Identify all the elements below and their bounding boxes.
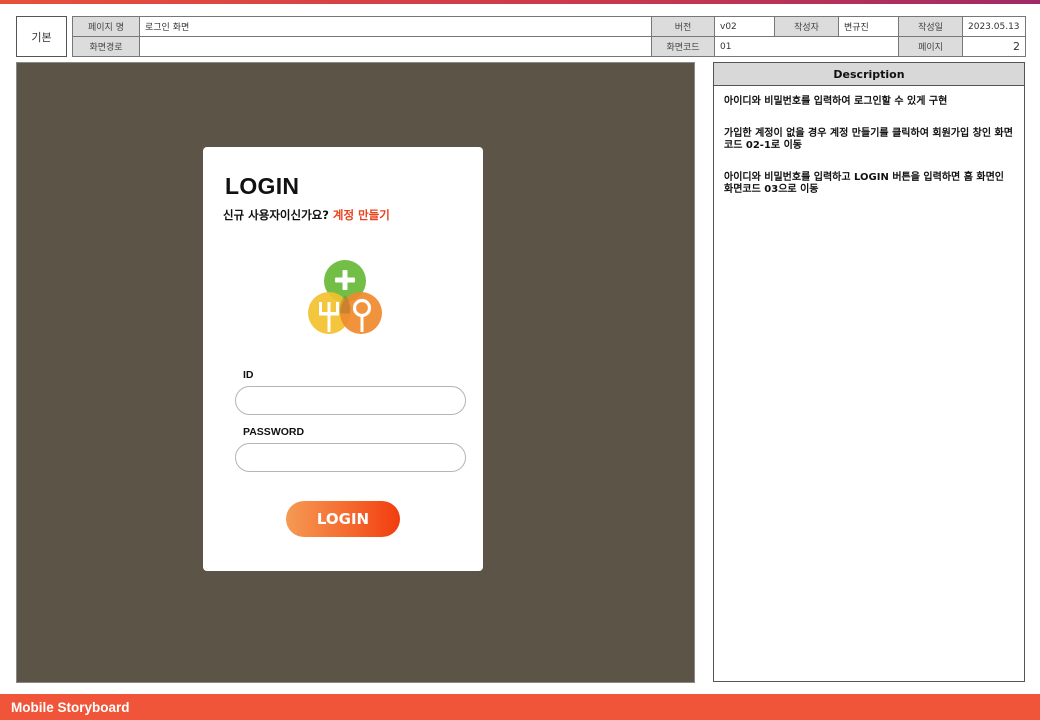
signup-prompt: 신규 사용자이신가요? 계정 만들기: [223, 207, 390, 223]
fork-spoon-plus-logo-icon: [308, 260, 382, 334]
page-name-label: 페이지 명: [72, 16, 140, 37]
footer-bar: Mobile Storyboard: [0, 694, 1040, 720]
screen-code-value: 01: [714, 36, 899, 57]
description-item: 가입한 계정이 없을 경우 계정 만들기를 클릭하여 회원가입 창인 화면코드 …: [724, 127, 1013, 152]
author-value: 변규진: [838, 16, 899, 37]
meta-row-1: 페이지 명 로그인 화면 버전 v02 작성자 변규진 작성일 2023.05.…: [72, 16, 1026, 37]
screen-code-label: 화면코드: [651, 36, 715, 57]
id-label: ID: [243, 369, 254, 381]
date-label: 작성일: [898, 16, 963, 37]
version-label: 버전: [651, 16, 715, 37]
version-value: v02: [714, 16, 775, 37]
id-input[interactable]: [235, 386, 466, 415]
date-value: 2023.05.13: [962, 16, 1026, 37]
section-type-box: 기본: [16, 16, 67, 57]
login-card: LOGIN 신규 사용자이신가요? 계정 만들기 ID PASSWORD LOG…: [203, 147, 483, 571]
page-number-label: 페이지: [898, 36, 963, 57]
password-label: PASSWORD: [243, 426, 305, 438]
meta-row-2: 화면경로 화면코드 01 페이지 2: [72, 36, 1026, 57]
description-list: 아이디와 비밀번호를 입력하여 로그인할 수 있게 구현 가입한 계정이 없을 …: [714, 86, 1024, 197]
path-label: 화면경로: [72, 36, 140, 57]
description-item: 아이디와 비밀번호를 입력하여 로그인할 수 있게 구현: [724, 96, 948, 107]
password-input[interactable]: [235, 443, 466, 472]
footer-title: Mobile Storyboard: [11, 699, 130, 715]
login-title: LOGIN: [225, 173, 300, 199]
top-accent-bar: [0, 0, 1040, 4]
author-label: 작성자: [774, 16, 839, 37]
create-account-link[interactable]: 계정 만들기: [333, 208, 390, 222]
page-number-value: 2: [962, 36, 1026, 57]
description-item: 아이디와 비밀번호를 입력하고 LOGIN 버튼을 입력하면 홈 화면인 화면코…: [724, 171, 1004, 196]
page-name-value: 로그인 화면: [139, 16, 652, 37]
path-value: [139, 36, 652, 57]
signup-question: 신규 사용자이신가요?: [223, 208, 333, 222]
description-title: Description: [714, 63, 1024, 86]
storyboard-meta-table: 페이지 명 로그인 화면 버전 v02 작성자 변규진 작성일 2023.05.…: [72, 16, 1026, 57]
mockup-canvas: LOGIN 신규 사용자이신가요? 계정 만들기 ID PASSWORD LOG…: [16, 62, 695, 683]
description-panel: Description 아이디와 비밀번호를 입력하여 로그인할 수 있게 구현…: [713, 62, 1025, 682]
login-button[interactable]: LOGIN: [286, 501, 400, 537]
